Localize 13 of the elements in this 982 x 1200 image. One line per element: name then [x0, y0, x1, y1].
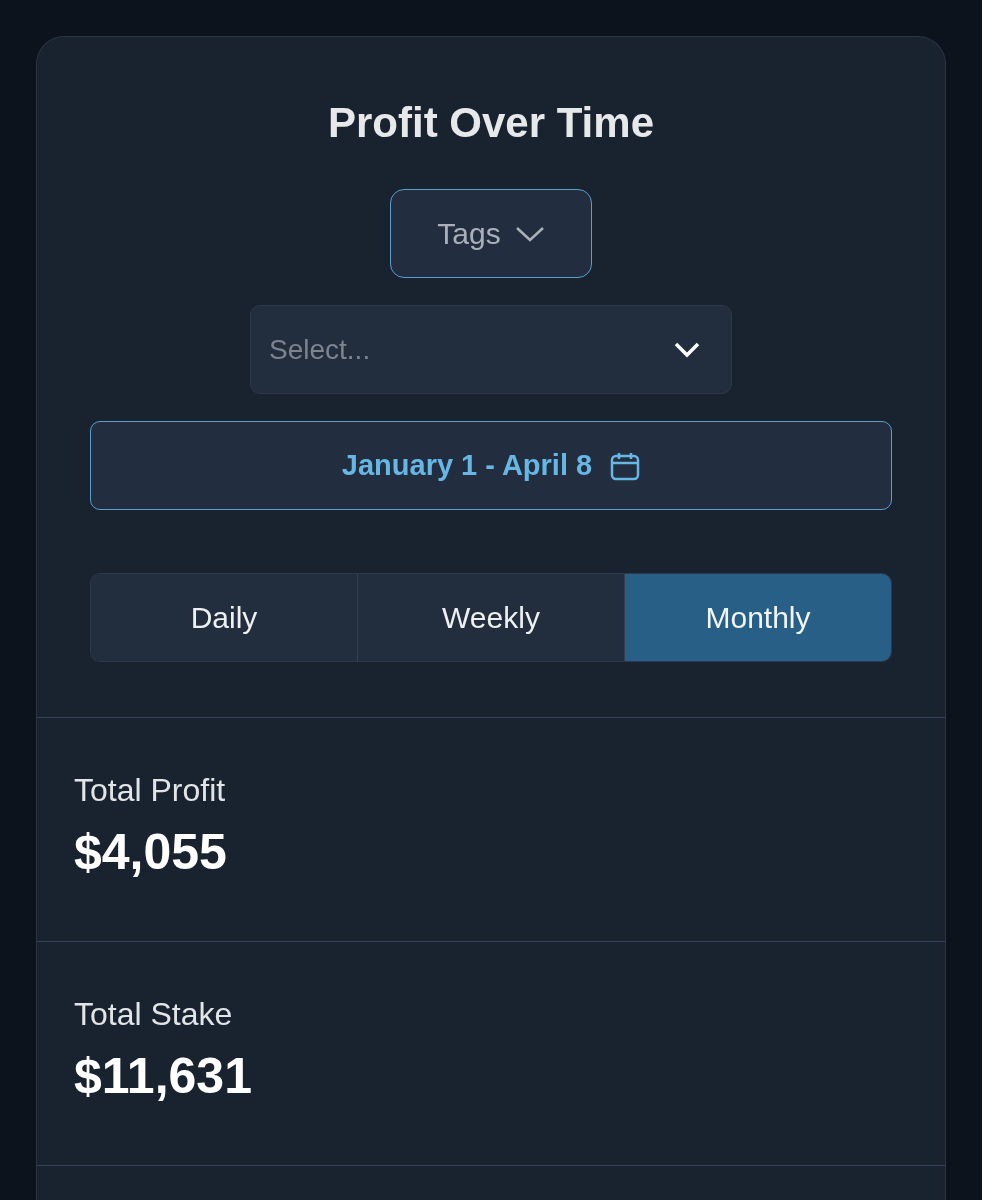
- date-range-button[interactable]: January 1 - April 8: [90, 421, 892, 510]
- calendar-icon: [610, 450, 641, 481]
- stat-value: $4,055: [74, 823, 228, 882]
- chevron-down-icon: [673, 340, 701, 359]
- stat-label: Total Stake: [74, 995, 234, 1034]
- tags-button[interactable]: Tags: [390, 189, 592, 278]
- card-title: Profit Over Time: [328, 99, 654, 147]
- period-tab[interactable]: Monthly: [624, 574, 891, 661]
- select-dropdown[interactable]: Select...: [250, 305, 732, 394]
- stat-label: Total Profit: [74, 771, 227, 810]
- select-input[interactable]: Select...: [269, 328, 569, 371]
- chevron-down-icon: [514, 224, 545, 243]
- stat-value: $11,631: [74, 1047, 253, 1106]
